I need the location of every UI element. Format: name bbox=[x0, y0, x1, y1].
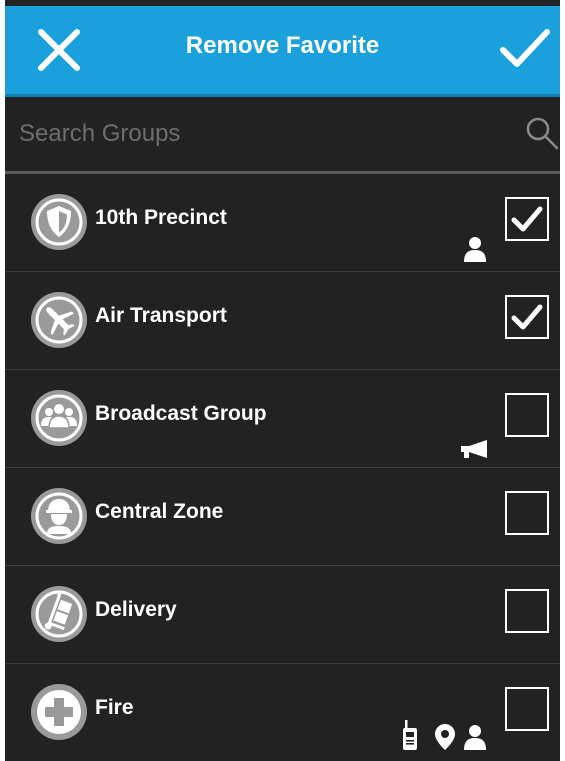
list-item-delivery[interactable]: Delivery bbox=[5, 566, 560, 664]
megaphone-icon bbox=[461, 440, 487, 458]
radio-icon bbox=[403, 720, 417, 750]
favorite-checkbox[interactable] bbox=[505, 393, 549, 437]
checkmark-icon bbox=[511, 304, 543, 330]
search-bar bbox=[5, 97, 560, 174]
worker-helmet-icon bbox=[31, 488, 87, 544]
shield-icon bbox=[31, 194, 87, 250]
favorite-checkbox[interactable] bbox=[505, 589, 549, 633]
airplane-icon bbox=[31, 292, 87, 348]
group-list: 10th Precinct Air Transport Broadcast Gr… bbox=[5, 174, 560, 761]
app-screen: Remove Favorite 10th Precinct bbox=[5, 0, 560, 761]
page-title: Remove Favorite bbox=[185, 32, 380, 59]
group-label: Broadcast Group bbox=[95, 402, 267, 425]
checkmark-icon bbox=[500, 29, 550, 67]
person-icon bbox=[464, 725, 486, 750]
list-item-air-transport[interactable]: Air Transport bbox=[5, 272, 560, 370]
confirm-button[interactable] bbox=[497, 22, 550, 74]
cross-icon bbox=[31, 684, 87, 740]
group-icon bbox=[31, 390, 87, 446]
search-input[interactable] bbox=[17, 115, 501, 153]
person-icon bbox=[464, 237, 486, 262]
group-label: Delivery bbox=[95, 598, 177, 621]
header-bar: Remove Favorite bbox=[5, 6, 560, 97]
group-label: Fire bbox=[95, 696, 134, 719]
group-label: 10th Precinct bbox=[95, 206, 227, 229]
search-icon[interactable] bbox=[525, 115, 559, 151]
hand-truck-icon bbox=[31, 586, 87, 642]
favorite-checkbox[interactable] bbox=[505, 687, 549, 731]
group-label: Central Zone bbox=[95, 500, 224, 523]
list-item-fire[interactable]: Fire bbox=[5, 664, 560, 761]
location-pin-icon bbox=[435, 724, 455, 750]
list-item-broadcast-group[interactable]: Broadcast Group bbox=[5, 370, 560, 468]
favorite-checkbox[interactable] bbox=[505, 295, 549, 339]
list-item-central-zone[interactable]: Central Zone bbox=[5, 468, 560, 566]
favorite-checkbox[interactable] bbox=[505, 197, 549, 241]
favorite-checkbox[interactable] bbox=[505, 491, 549, 535]
group-label: Air Transport bbox=[95, 304, 227, 327]
checkmark-icon bbox=[511, 206, 543, 232]
list-item-10th-precinct[interactable]: 10th Precinct bbox=[5, 174, 560, 272]
